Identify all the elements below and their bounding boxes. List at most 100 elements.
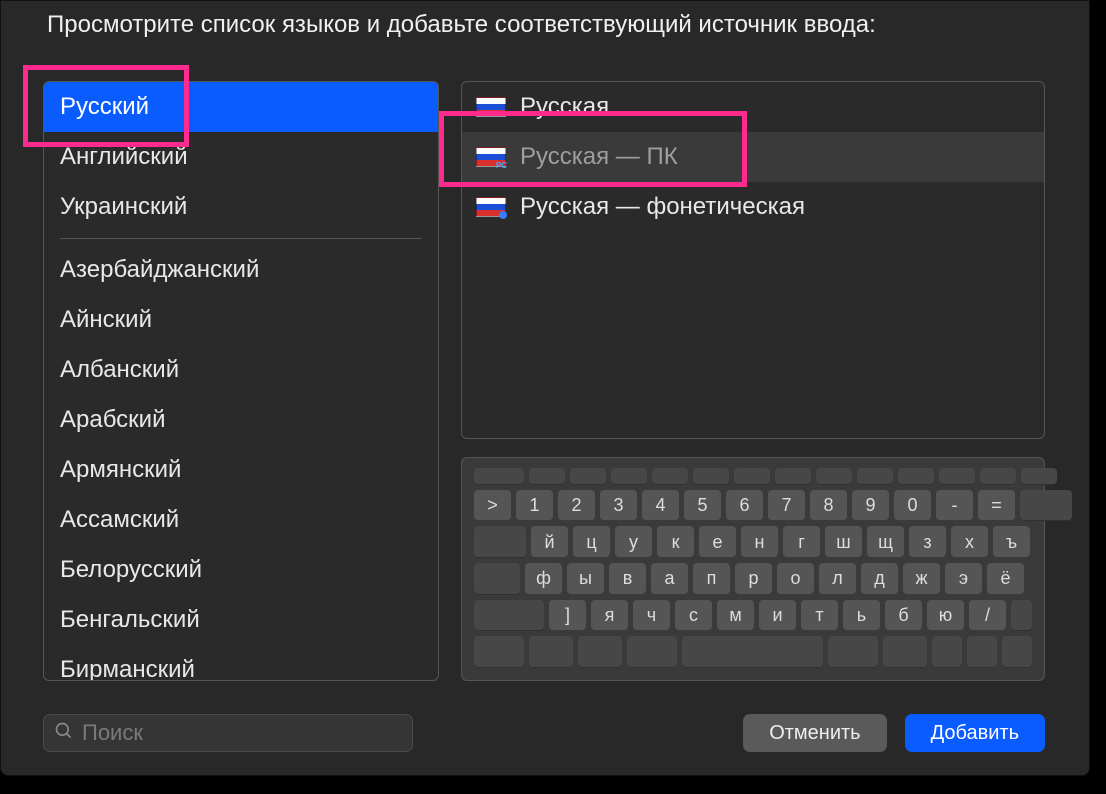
keyboard-key: и [759, 600, 796, 632]
keyboard-key: ф [525, 563, 562, 595]
keyboard-key: ъ [993, 526, 1030, 558]
keyboard-key [939, 468, 975, 485]
keyboard-key [529, 636, 573, 668]
keyboard-key: 7 [768, 490, 805, 522]
keyboard-key: л [819, 563, 856, 595]
keyboard-key [1002, 636, 1032, 668]
language-item[interactable]: Белорусский [44, 545, 438, 595]
search-icon [54, 721, 74, 746]
keyboard-key [932, 636, 962, 668]
keyboard-key [816, 468, 852, 485]
language-item[interactable]: Английский [44, 132, 438, 182]
keyboard-key [529, 468, 565, 485]
keyboard-key: а [651, 563, 688, 595]
keyboard-key: я [591, 600, 628, 632]
search-field[interactable] [43, 714, 413, 752]
keyboard-key [627, 636, 677, 668]
keyboard-key: 8 [810, 490, 847, 522]
keyboard-key: ж [903, 563, 940, 595]
keyboard-key [828, 636, 878, 668]
keyboard-key [652, 468, 688, 485]
input-source-list[interactable]: Русская Русская — ПК Русская — фонетическа… [461, 81, 1045, 439]
input-source-item[interactable]: Русская — ПК [462, 132, 1044, 182]
language-item[interactable]: Бенгальский [44, 595, 438, 645]
keyboard-key [578, 636, 622, 668]
language-list[interactable]: РусскийАнглийскийУкраинский Азербайджанск… [43, 81, 439, 681]
keyboard-key: 5 [684, 490, 721, 522]
keyboard-key [474, 526, 526, 558]
keyboard-key: 3 [600, 490, 637, 522]
language-item[interactable]: Азербайджанский [44, 245, 438, 295]
keyboard-key: э [945, 563, 982, 595]
keyboard-key: с [675, 600, 712, 632]
keyboard-key: г [783, 526, 820, 558]
language-item[interactable]: Армянский [44, 445, 438, 495]
keyboard-key: = [978, 490, 1015, 522]
keyboard-key: - [936, 490, 973, 522]
keyboard-preview: >1234567890-=йцукенгшщзхъфывапролджэё]яч… [461, 457, 1045, 681]
keyboard-key [474, 600, 544, 632]
language-item[interactable]: Украинский [44, 182, 438, 232]
keyboard-key: ш [825, 526, 862, 558]
keyboard-key [611, 468, 647, 485]
language-item[interactable]: Бирманский [44, 645, 438, 681]
keyboard-key: п [693, 563, 730, 595]
keyboard-key: щ [867, 526, 904, 558]
keyboard-key: 9 [852, 490, 889, 522]
keyboard-key [857, 468, 893, 485]
keyboard-key: т [801, 600, 838, 632]
flag-icon [476, 197, 506, 217]
language-item[interactable]: Русский [44, 82, 438, 132]
keyboard-key [898, 468, 934, 485]
input-source-label: Русская — ПК [520, 143, 678, 171]
keyboard-key: о [777, 563, 814, 595]
keyboard-key: 2 [558, 490, 595, 522]
keyboard-key: 0 [894, 490, 931, 522]
flag-icon [476, 147, 506, 167]
keyboard-key: к [657, 526, 694, 558]
keyboard-key: е [699, 526, 736, 558]
language-separator [60, 238, 422, 239]
keyboard-key [734, 468, 770, 485]
keyboard-key: / [969, 600, 1006, 632]
keyboard-key: н [741, 526, 778, 558]
dialog-instruction: Просмотрите список языков и добавьте соо… [47, 11, 876, 39]
keyboard-key [682, 636, 823, 668]
keyboard-key: в [609, 563, 646, 595]
keyboard-key [980, 468, 1016, 485]
input-source-label: Русская [520, 93, 609, 121]
keyboard-key: р [735, 563, 772, 595]
keyboard-key: ц [573, 526, 610, 558]
keyboard-key [474, 468, 524, 485]
keyboard-key: > [474, 490, 511, 522]
keyboard-key [570, 468, 606, 485]
keyboard-key [474, 636, 524, 668]
keyboard-key: 1 [516, 490, 553, 522]
keyboard-key [1021, 468, 1057, 485]
keyboard-key: ю [927, 600, 964, 632]
keyboard-key [1020, 490, 1072, 522]
input-source-label: Русская — фонетическая [520, 193, 805, 221]
flag-icon [476, 97, 506, 117]
keyboard-key: ] [549, 600, 586, 632]
language-item[interactable]: Айнский [44, 295, 438, 345]
keyboard-key: ч [633, 600, 670, 632]
keyboard-key: 6 [726, 490, 763, 522]
add-input-source-dialog: Просмотрите список языков и добавьте соо… [0, 0, 1090, 776]
language-item[interactable]: Албанский [44, 345, 438, 395]
language-item[interactable]: Арабский [44, 395, 438, 445]
keyboard-key: з [909, 526, 946, 558]
keyboard-key: д [861, 563, 898, 595]
keyboard-key [693, 468, 729, 485]
keyboard-key: 4 [642, 490, 679, 522]
keyboard-key [883, 636, 927, 668]
keyboard-key: б [885, 600, 922, 632]
language-item[interactable]: Ассамский [44, 495, 438, 545]
add-button[interactable]: Добавить [905, 714, 1045, 752]
cancel-button[interactable]: Отменить [743, 714, 886, 752]
keyboard-key [1011, 600, 1032, 632]
input-source-item[interactable]: Русская — фонетическая [462, 182, 1044, 232]
input-source-item[interactable]: Русская [462, 82, 1044, 132]
search-input[interactable] [82, 720, 402, 746]
keyboard-key: ь [843, 600, 880, 632]
